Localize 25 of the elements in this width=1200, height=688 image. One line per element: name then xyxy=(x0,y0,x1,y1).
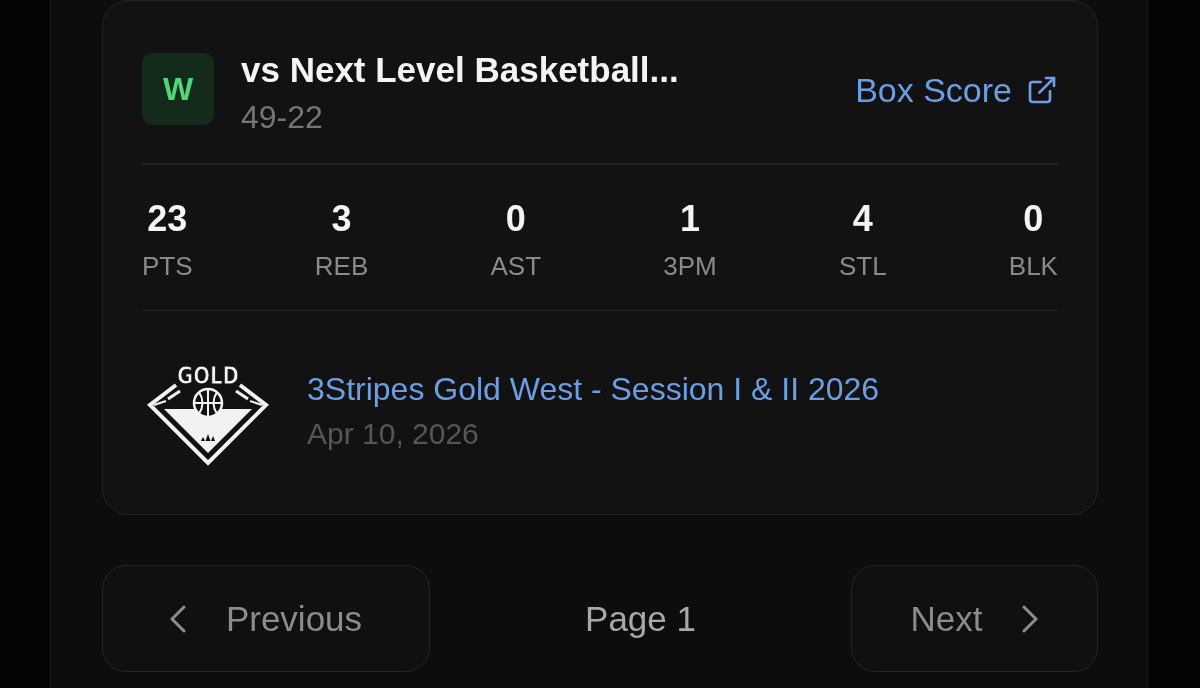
stat-value: 1 xyxy=(679,198,700,239)
stat-value: 3 xyxy=(331,198,352,239)
stat-label: BLK xyxy=(1008,250,1058,281)
stat-value: 23 xyxy=(147,198,188,239)
stat-label: STL xyxy=(838,250,887,281)
stat-label: AST xyxy=(490,250,542,281)
stat-label: 3PM xyxy=(663,250,717,281)
stat-value: 0 xyxy=(1023,198,1044,239)
result-badge: W xyxy=(142,53,214,125)
box-score-link[interactable]: Box Score xyxy=(855,70,1058,110)
stat-label: PTS xyxy=(142,250,193,281)
stat-value: 4 xyxy=(852,198,873,239)
chevron-right-icon xyxy=(1022,604,1039,633)
page-indicator: Page 1 xyxy=(585,598,696,639)
stat-label: REB xyxy=(314,250,369,281)
event-date: Apr 10, 2026 xyxy=(307,416,479,452)
event-name-link[interactable]: 3Stripes Gold West - Session I & II 2026 xyxy=(307,370,880,408)
game-score: 49-22 xyxy=(241,99,323,135)
external-link-icon xyxy=(1026,74,1058,106)
previous-button[interactable]: Previous xyxy=(102,565,430,672)
chevron-left-icon xyxy=(169,604,186,633)
tournament-logo: GOLD xyxy=(146,361,270,467)
stat-value: 0 xyxy=(505,198,526,239)
opponent-title: vs Next Level Basketball... xyxy=(241,50,679,90)
next-button[interactable]: Next xyxy=(851,565,1098,672)
